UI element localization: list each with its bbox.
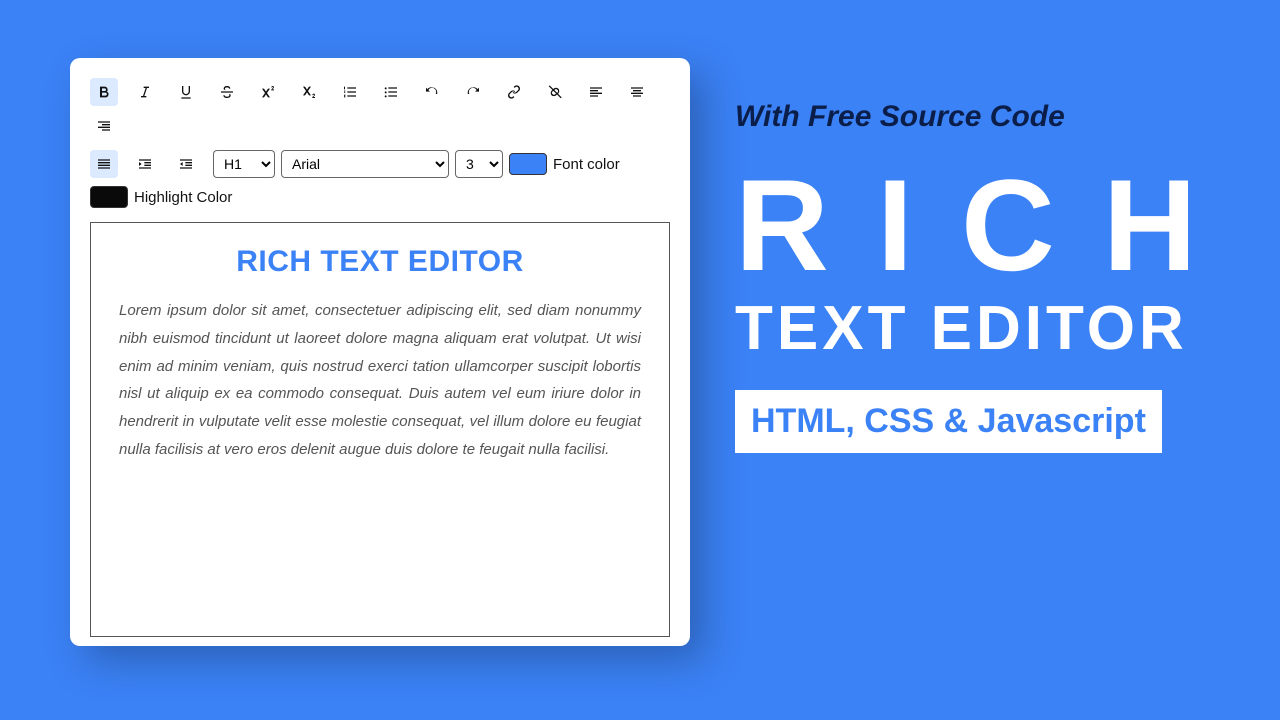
undo-icon xyxy=(424,84,440,100)
highlight-color-swatch[interactable] xyxy=(90,186,128,208)
redo-button[interactable] xyxy=(459,78,487,106)
content-title: RICH TEXT EDITOR xyxy=(119,245,641,279)
toolbar-row-1 xyxy=(90,78,670,140)
unordered-list-button[interactable] xyxy=(377,78,405,106)
bold-button[interactable] xyxy=(90,78,118,106)
italic-icon xyxy=(137,84,153,100)
promo-badge: HTML, CSS & Javascript xyxy=(735,390,1162,453)
font-color-swatch[interactable] xyxy=(509,153,547,175)
heading-select[interactable]: H1 xyxy=(213,150,275,178)
link-icon xyxy=(506,84,522,100)
font-select[interactable]: Arial xyxy=(281,150,449,178)
align-left-button[interactable] xyxy=(582,78,610,106)
subscript-button[interactable] xyxy=(295,78,323,106)
editor-textarea[interactable]: RICH TEXT EDITOR Lorem ipsum dolor sit a… xyxy=(90,222,670,637)
strikethrough-icon xyxy=(219,84,235,100)
redo-icon xyxy=(465,84,481,100)
promo-block: With Free Source Code RICH TEXT EDITOR H… xyxy=(735,100,1235,453)
align-justify-icon xyxy=(96,156,112,172)
link-button[interactable] xyxy=(500,78,528,106)
fontsize-select[interactable]: 3 xyxy=(455,150,503,178)
undo-button[interactable] xyxy=(418,78,446,106)
unlink-icon xyxy=(547,84,563,100)
outdent-button[interactable] xyxy=(172,150,200,178)
unlink-button[interactable] xyxy=(541,78,569,106)
superscript-button[interactable] xyxy=(254,78,282,106)
toolbar-row-2: H1 Arial 3 Font color xyxy=(90,150,670,178)
highlight-color-label: Highlight Color xyxy=(134,189,232,206)
superscript-icon xyxy=(260,84,276,100)
promo-subtitle: With Free Source Code xyxy=(735,100,1235,134)
outdent-icon xyxy=(178,156,194,172)
align-center-button[interactable] xyxy=(623,78,651,106)
toolbar-row-3: Highlight Color xyxy=(90,186,670,208)
ordered-list-icon xyxy=(342,84,358,100)
underline-icon xyxy=(178,84,194,100)
align-right-icon xyxy=(96,118,112,134)
font-color-label: Font color xyxy=(553,156,620,173)
indent-icon xyxy=(137,156,153,172)
unordered-list-icon xyxy=(383,84,399,100)
strikethrough-button[interactable] xyxy=(213,78,241,106)
italic-button[interactable] xyxy=(131,78,159,106)
promo-title-rich: RICH xyxy=(735,162,1235,289)
bold-icon xyxy=(96,84,112,100)
align-center-icon xyxy=(629,84,645,100)
align-justify-button[interactable] xyxy=(90,150,118,178)
indent-button[interactable] xyxy=(131,150,159,178)
editor-card: H1 Arial 3 Font color Highlight Color RI… xyxy=(70,58,690,646)
subscript-icon xyxy=(301,84,317,100)
ordered-list-button[interactable] xyxy=(336,78,364,106)
underline-button[interactable] xyxy=(172,78,200,106)
promo-title-sub: TEXT EDITOR xyxy=(735,293,1235,364)
align-left-icon xyxy=(588,84,604,100)
align-right-button[interactable] xyxy=(90,112,118,140)
content-body: Lorem ipsum dolor sit amet, consectetuer… xyxy=(119,297,641,464)
